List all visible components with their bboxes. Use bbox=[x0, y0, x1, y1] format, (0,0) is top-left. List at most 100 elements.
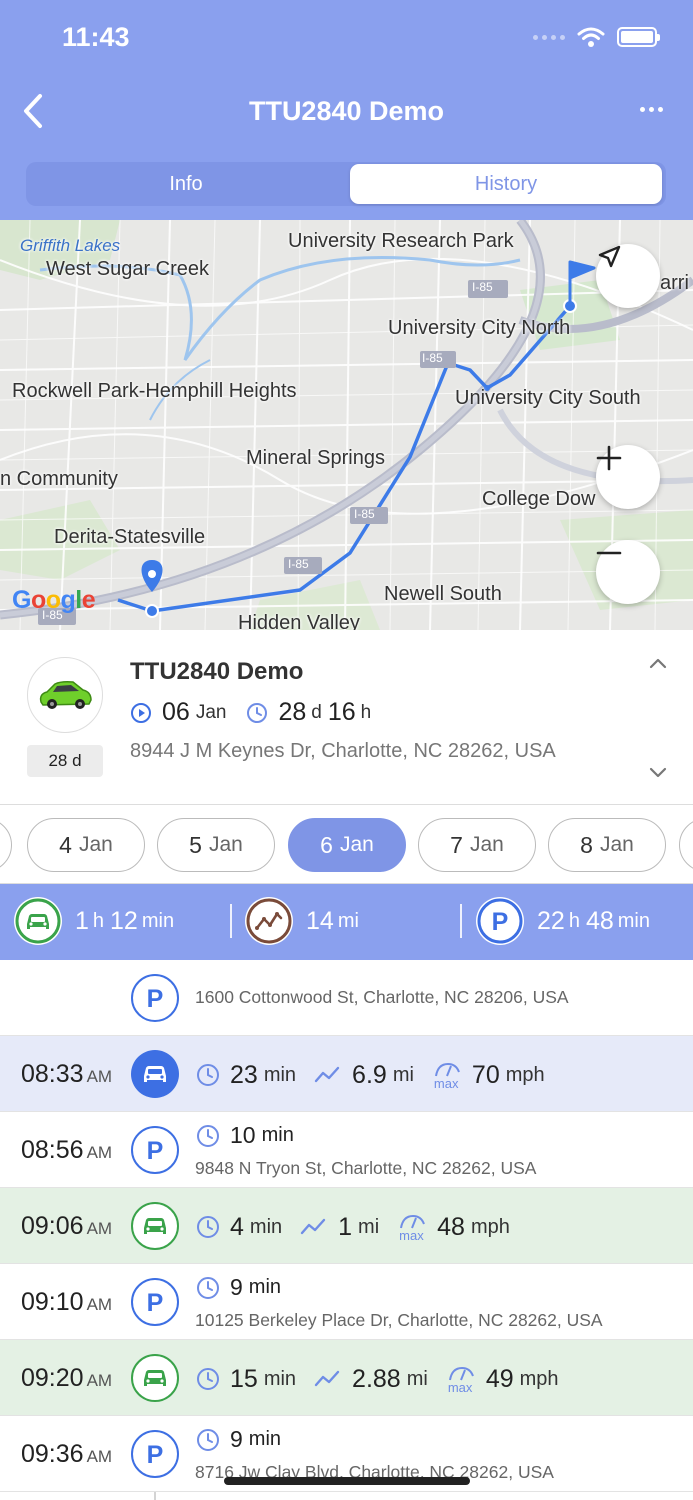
day-summary-bar: 1 h 12 min 14 mi P 22 h 48 min bbox=[0, 884, 693, 960]
max-speed-icon: max bbox=[432, 1060, 462, 1091]
distance-trend-icon bbox=[314, 1370, 340, 1387]
status-icons bbox=[533, 26, 660, 48]
duration-unit: min bbox=[263, 1063, 297, 1086]
more-options-button[interactable] bbox=[640, 107, 663, 112]
vehicle-name: TTU2840 Demo bbox=[130, 658, 304, 685]
days-badge: 28 d bbox=[27, 745, 103, 777]
distance-unit: mi bbox=[392, 1063, 414, 1086]
play-circle-icon bbox=[131, 702, 151, 723]
map-label: n Community bbox=[0, 468, 118, 490]
plus-icon bbox=[596, 445, 622, 471]
date-month: Jan bbox=[339, 833, 374, 856]
chevron-up-icon[interactable] bbox=[647, 656, 669, 670]
highway-shield: I-85 bbox=[472, 280, 493, 294]
home-indicator[interactable] bbox=[224, 1477, 470, 1485]
list-item-parking[interactable]: 09:10 AM P 9 min 10125 Berkeley Place Dr, … bbox=[0, 1264, 693, 1340]
row-time: 08:33 AM bbox=[21, 1060, 112, 1089]
duration-value: 9 bbox=[230, 1426, 243, 1452]
list-item-drive[interactable]: 09:20 AM 15 min 2.88 mi max 49 mph bbox=[0, 1340, 693, 1416]
date-pill-partial[interactable] bbox=[0, 818, 12, 872]
parking-duration: 10 min bbox=[196, 1122, 294, 1149]
time-value: 09:20 bbox=[21, 1364, 84, 1392]
map-label: College Dow bbox=[482, 488, 596, 510]
time-ampm: AM bbox=[86, 1067, 113, 1086]
list-item-parking[interactable]: P 1600 Cottonwood St, Charlotte, NC 2820… bbox=[0, 960, 693, 1036]
clock-icon bbox=[197, 1124, 219, 1147]
distance-unit: mi bbox=[337, 909, 359, 932]
vehicle-time-info: 06 Jan 28 d 16 h bbox=[130, 698, 371, 727]
time-value: 09:36 bbox=[21, 1440, 84, 1468]
svg-text:P: P bbox=[147, 1137, 164, 1165]
date-month: Jan bbox=[599, 833, 634, 856]
highway-shield: I-85 bbox=[288, 557, 309, 571]
date-month: Jan bbox=[78, 833, 113, 856]
green-car-icon bbox=[39, 681, 92, 709]
date-month: Jan bbox=[469, 833, 504, 856]
zoom-out-button[interactable] bbox=[596, 540, 660, 604]
date-day: 6 bbox=[320, 831, 333, 858]
date-pill[interactable]: 8 Jan bbox=[548, 818, 666, 872]
list-item-drive[interactable]: 09:06 AM 4 min 1 mi max 48 mph bbox=[0, 1188, 693, 1264]
duration-days-unit: d bbox=[311, 701, 322, 723]
trip-chart-icon bbox=[245, 897, 293, 945]
my-location-button[interactable] bbox=[596, 244, 660, 308]
date-selector: 4 Jan 5 Jan 6 Jan 7 Jan 8 Jan bbox=[0, 806, 693, 884]
max-speed-icon: max bbox=[397, 1212, 427, 1243]
tab-history[interactable]: History bbox=[350, 164, 662, 204]
divider bbox=[460, 904, 462, 938]
date-pill-partial[interactable] bbox=[679, 818, 693, 872]
date-pill[interactable]: 7 Jan bbox=[418, 818, 536, 872]
park-hours: 22 bbox=[537, 906, 565, 935]
date-pill[interactable]: 5 Jan bbox=[157, 818, 275, 872]
map-label: West Sugar Creek bbox=[46, 258, 210, 280]
date-pill[interactable]: 4 Jan bbox=[27, 818, 145, 872]
chevron-down-icon[interactable] bbox=[647, 766, 669, 780]
clock-icon bbox=[197, 1064, 219, 1086]
time-value: 09:06 bbox=[21, 1212, 84, 1240]
drive-hours: 1 bbox=[75, 906, 89, 935]
speed-value: 48 bbox=[437, 1212, 465, 1241]
navigation-arrow-icon bbox=[598, 245, 621, 268]
clock-icon bbox=[247, 702, 268, 723]
svg-text:P: P bbox=[492, 908, 509, 936]
tab-info[interactable]: Info bbox=[28, 164, 344, 204]
duration-unit: min bbox=[249, 1215, 283, 1238]
vehicle-avatar bbox=[27, 657, 103, 733]
parking-icon: P bbox=[131, 1278, 179, 1326]
wifi-icon bbox=[577, 27, 605, 47]
distance-value: 14 bbox=[306, 906, 334, 935]
duration-unit: min bbox=[248, 1276, 282, 1298]
duration-unit: min bbox=[248, 1428, 282, 1450]
duration-value: 4 bbox=[230, 1212, 244, 1241]
svg-text:P: P bbox=[147, 1289, 164, 1317]
zoom-in-button[interactable] bbox=[596, 445, 660, 509]
max-speed-icon: max bbox=[446, 1364, 476, 1395]
map-label: University City South bbox=[455, 387, 641, 409]
speed-unit: mph bbox=[470, 1215, 510, 1238]
car-icon bbox=[131, 1202, 179, 1250]
row-time: 09:36 AM bbox=[21, 1440, 112, 1469]
row-time: 08:56 AM bbox=[21, 1136, 112, 1165]
minus-icon bbox=[596, 551, 622, 555]
list-item-parking[interactable]: 08:56 AM P 10 min 9848 N Tryon St, Charlot… bbox=[0, 1112, 693, 1188]
parking-address: 9848 N Tryon St, Charlotte, NC 28262, US… bbox=[195, 1158, 537, 1178]
duration-value: 10 bbox=[230, 1122, 256, 1148]
duration-value: 15 bbox=[230, 1364, 258, 1393]
date-pill-selected[interactable]: 6 Jan bbox=[288, 818, 406, 872]
clock-icon bbox=[197, 1428, 219, 1451]
parking-address: 1600 Cottonwood St, Charlotte, NC 28206,… bbox=[195, 987, 569, 1007]
time-value: 09:10 bbox=[21, 1288, 84, 1316]
time-value: 08:56 bbox=[21, 1136, 84, 1164]
drive-stats: 23 min 6.9 mi max 70 mph bbox=[196, 1060, 563, 1091]
park-minutes: 48 bbox=[585, 906, 614, 935]
app-header: 11:43 TTU2840 Demo Info History bbox=[0, 0, 693, 220]
parking-duration: 9 min bbox=[196, 1426, 281, 1453]
time-ampm: AM bbox=[86, 1447, 113, 1466]
list-item-drive[interactable]: 08:33 AM 23 min 6.9 mi max 70 mph bbox=[0, 1036, 693, 1112]
parking-icon: P bbox=[131, 1126, 179, 1174]
view-switcher: Info History bbox=[26, 162, 666, 206]
highway-shield: I-85 bbox=[354, 507, 375, 521]
google-attribution[interactable]: Google bbox=[12, 586, 96, 615]
drive-stats: 15 min 2.88 mi max 49 mph bbox=[196, 1364, 577, 1395]
route-map[interactable]: Griffith Lakes West Sugar Creek Universi… bbox=[0, 220, 693, 630]
